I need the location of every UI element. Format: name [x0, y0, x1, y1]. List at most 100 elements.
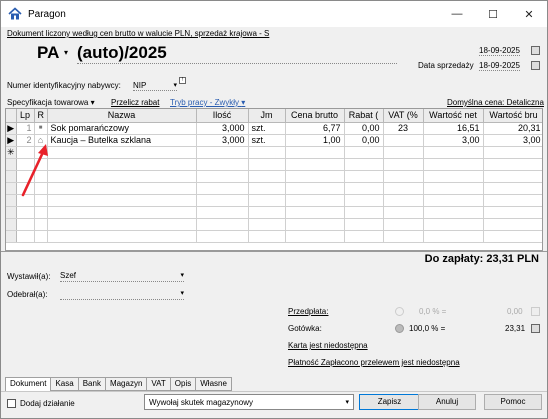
cell-net-value[interactable]: [423, 146, 484, 159]
cell-name[interactable]: Sok pomarańczowy: [47, 122, 197, 135]
calendar-icon[interactable]: [531, 61, 540, 70]
empty-cell: [423, 158, 484, 171]
deposit-packaging-icon: ⌂: [34, 134, 48, 147]
column-header-r[interactable]: R: [34, 109, 48, 123]
cell-name[interactable]: [47, 146, 197, 159]
info-badge-icon[interactable]: !: [179, 77, 186, 84]
column-header-name[interactable]: Nazwa: [47, 109, 197, 123]
cell-unit[interactable]: szt.: [248, 134, 286, 147]
empty-cell: [285, 182, 345, 195]
add-action-label: Dodaj działanie: [20, 399, 75, 408]
pricing-banner[interactable]: Dokument liczony według cen brutto w wal…: [7, 29, 269, 38]
tab-vat[interactable]: VAT: [147, 377, 171, 391]
empty-cell: [248, 206, 286, 219]
cell-net-value[interactable]: 3,00: [423, 134, 484, 147]
issue-date-field[interactable]: 18-09-2025: [479, 46, 520, 56]
column-header-vat[interactable]: VAT (%: [383, 109, 424, 123]
empty-cell: [383, 194, 424, 207]
row-pointer-icon[interactable]: ▶: [6, 134, 17, 147]
warehouse-effect-value: Wywołaj skutek magazynowy: [149, 398, 253, 407]
empty-cell: [248, 158, 286, 171]
cell-vat[interactable]: [383, 134, 424, 147]
window-title: Paragon: [28, 8, 66, 20]
cell-name[interactable]: Kaucja – Butelka szklana: [47, 134, 197, 147]
empty-cell: [16, 206, 35, 219]
tab-document[interactable]: Dokument: [5, 377, 52, 391]
column-header-unit[interactable]: Jm: [248, 109, 286, 123]
work-mode-menu[interactable]: Tryb pracy - Zwykły ▾: [170, 98, 245, 107]
issued-by-select[interactable]: Szef ▾: [60, 271, 184, 282]
chevron-down-icon[interactable]: ▾: [64, 48, 68, 57]
cell-quantity[interactable]: 3,000: [196, 134, 249, 147]
row-pointer-icon[interactable]: ▶: [6, 122, 17, 135]
prepayment-label[interactable]: Przedpłata:: [288, 307, 328, 316]
table-row-new[interactable]: ✳: [6, 146, 542, 159]
close-button[interactable]: ✕: [511, 1, 547, 27]
cell-quantity[interactable]: [196, 146, 249, 159]
cell-discount[interactable]: 0,00: [344, 122, 384, 135]
buyer-id-type-select[interactable]: NIP ▾: [133, 81, 177, 91]
minimize-button[interactable]: —: [439, 1, 475, 27]
column-header-lp[interactable]: Lp: [16, 109, 35, 123]
column-header-quantity[interactable]: Ilość: [196, 109, 249, 123]
cell-gross-value[interactable]: 20,31: [483, 122, 542, 135]
cell-vat[interactable]: 23: [383, 122, 424, 135]
add-action-checkbox[interactable]: [7, 399, 16, 408]
column-header-gross-price[interactable]: Cena brutto: [285, 109, 345, 123]
empty-cell: [285, 206, 345, 219]
tab-warehouse[interactable]: Magazyn: [105, 377, 148, 391]
default-price-link[interactable]: Domyślna cena: Detaliczna: [447, 98, 544, 107]
sale-date-field[interactable]: 18-09-2025: [479, 61, 520, 71]
column-header-gross-value[interactable]: Wartość bru: [483, 109, 542, 123]
calculator-icon[interactable]: [531, 324, 540, 333]
table-row[interactable]: ▶ 2 ⌂ Kaucja – Butelka szklana 3,000 szt…: [6, 134, 542, 147]
column-header-net-value[interactable]: Wartość net: [423, 109, 484, 123]
tab-cash[interactable]: Kasa: [51, 377, 79, 391]
cell-gross-value[interactable]: 3,00: [483, 134, 542, 147]
cell-gross-price[interactable]: 1,00: [285, 134, 345, 147]
empty-cell: [47, 206, 197, 219]
cell-unit[interactable]: [248, 146, 286, 159]
document-type-selector[interactable]: PA: [37, 43, 59, 63]
items-grid[interactable]: Lp R Nazwa Ilość Jm Cena brutto Rabat ( …: [5, 108, 543, 251]
cash-percent[interactable]: 100,0 % =: [409, 324, 445, 333]
received-by-select[interactable]: ▾: [60, 289, 184, 300]
table-row-empty: [6, 206, 542, 219]
buyer-id-label: Numer identyfikacyjny nabywcy:: [7, 81, 121, 90]
column-header-discount[interactable]: Rabat (: [344, 109, 384, 123]
transfer-payment-link[interactable]: Płatność Zapłacono przelewem jest niedos…: [288, 358, 460, 367]
warehouse-effect-select[interactable]: Wywołaj skutek magazynowy ▾: [144, 394, 354, 410]
buyer-id-type-value: NIP: [133, 81, 147, 90]
cell-discount[interactable]: 0,00: [344, 134, 384, 147]
card-payment-link[interactable]: Karta jest niedostępna: [288, 341, 368, 350]
help-button[interactable]: Pomoc: [484, 394, 542, 410]
tab-description[interactable]: Opis: [170, 377, 197, 391]
cell-gross-price[interactable]: 6,77: [285, 122, 345, 135]
cell-vat[interactable]: [383, 146, 424, 159]
cash-radio[interactable]: [395, 324, 404, 333]
cell-net-value[interactable]: 16,51: [423, 122, 484, 135]
recalculate-discount-link[interactable]: Przelicz rabat: [111, 98, 159, 107]
table-row[interactable]: ▶ 1 ■ Sok pomarańczowy 3,000 szt. 6,77 0…: [6, 122, 542, 135]
cell-unit[interactable]: szt.: [248, 122, 286, 135]
issued-by-value: Szef: [60, 271, 77, 280]
empty-cell: [344, 158, 384, 171]
maximize-button[interactable]: ☐: [475, 1, 511, 27]
document-number[interactable]: (auto)/2025: [77, 43, 167, 63]
new-row-icon[interactable]: ✳: [6, 146, 17, 159]
empty-cell: [423, 230, 484, 243]
save-button[interactable]: Zapisz: [359, 394, 420, 410]
cash-amount[interactable]: 23,31: [505, 324, 525, 333]
cell-gross-value[interactable]: [483, 146, 542, 159]
cell-quantity[interactable]: 3,000: [196, 122, 249, 135]
cell-discount[interactable]: [344, 146, 384, 159]
empty-cell: [423, 218, 484, 231]
cancel-button[interactable]: Anuluj: [418, 394, 476, 410]
item-specification-menu[interactable]: Specyfikacja towarowa ▾: [7, 98, 95, 107]
empty-cell: [344, 206, 384, 219]
tab-custom[interactable]: Własne: [196, 377, 232, 391]
tab-bank[interactable]: Bank: [78, 377, 106, 391]
calendar-icon[interactable]: [531, 46, 540, 55]
empty-cell: [344, 230, 384, 243]
cell-gross-price[interactable]: [285, 146, 345, 159]
